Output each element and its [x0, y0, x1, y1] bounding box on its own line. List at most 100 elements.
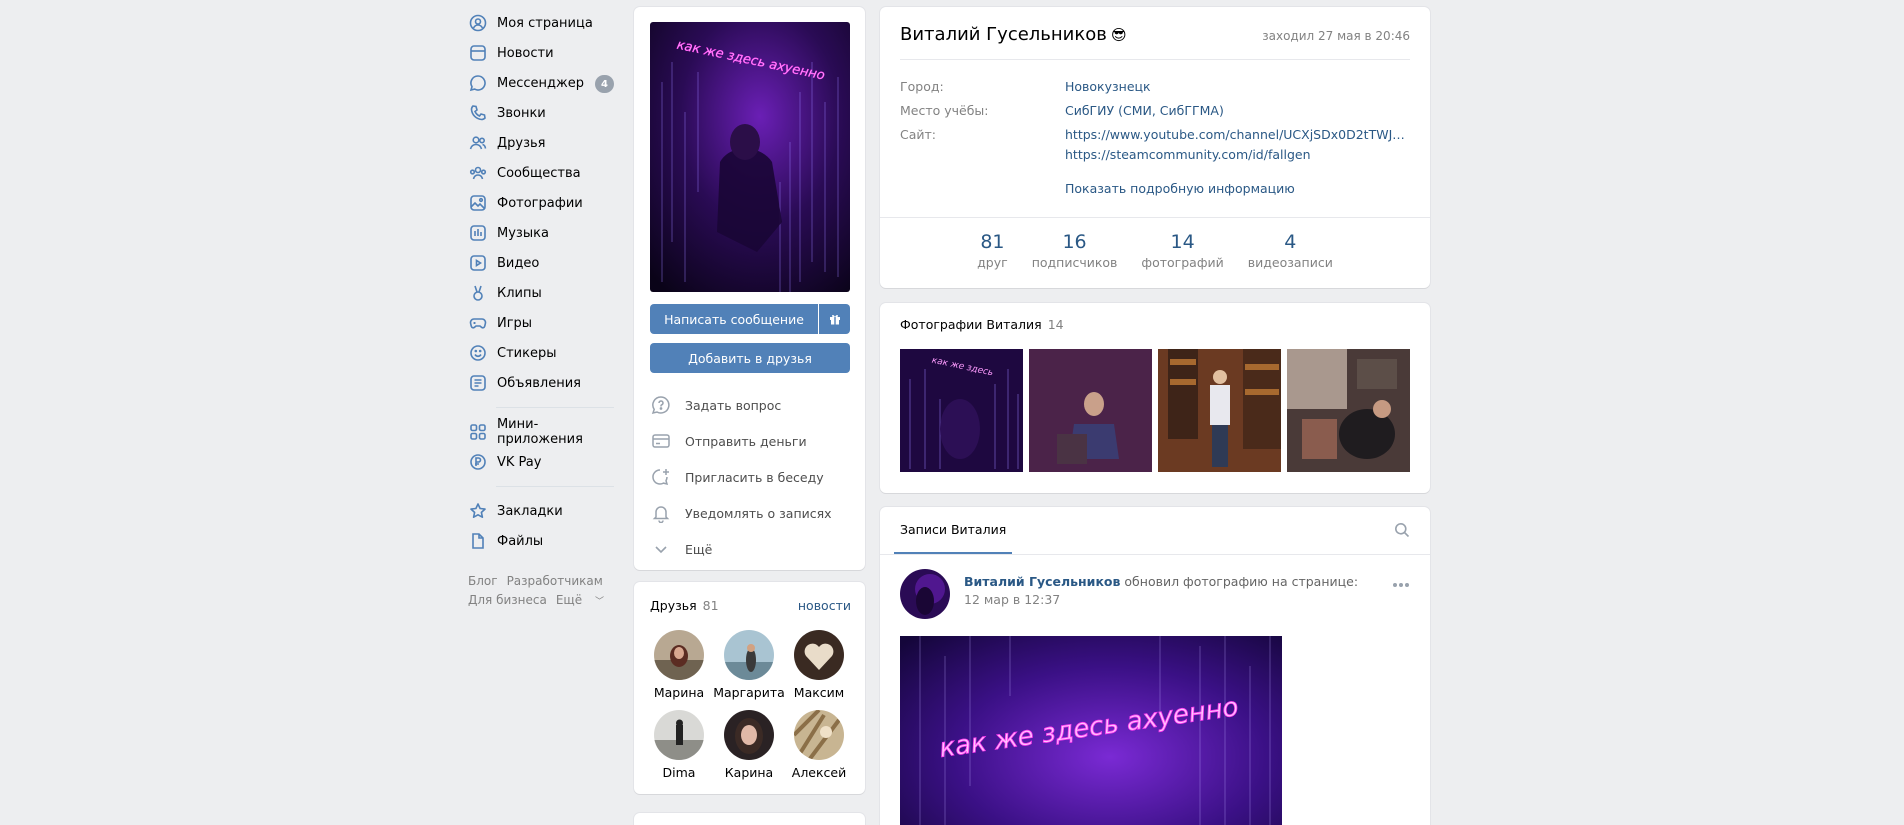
action-label: Уведомлять о записях: [685, 505, 832, 521]
friend-item[interactable]: Максим: [784, 630, 854, 700]
gift-icon: [829, 313, 841, 325]
friends-news-link[interactable]: новости: [798, 598, 851, 613]
write-message-button[interactable]: Написать сообщение: [650, 304, 818, 334]
search-icon[interactable]: [1394, 522, 1410, 538]
action-more[interactable]: Ещё: [650, 531, 850, 567]
info-value-education[interactable]: СибГИУ (СМИ, СибГГМА): [1065, 101, 1224, 121]
post-date[interactable]: 12 мар в 12:37: [964, 591, 1358, 609]
action-ask-question[interactable]: Задать вопрос: [650, 387, 850, 423]
post-image[interactable]: как же здесь ахуенно: [900, 636, 1282, 825]
friend-name: Марина: [653, 685, 705, 700]
nav-item-bookmarks[interactable]: Закладки: [468, 496, 624, 526]
photo-thumbnail[interactable]: [1029, 349, 1152, 472]
nav-item-stickers[interactable]: Стикеры: [468, 338, 624, 368]
counter-followers[interactable]: 16 подписчиков: [1032, 231, 1118, 270]
friend-item[interactable]: Алексей: [784, 710, 854, 780]
friends-title[interactable]: Друзья: [650, 598, 697, 613]
divider: [880, 554, 1430, 555]
post-action-text: обновил фотографию на странице:: [1120, 574, 1359, 589]
info-row-city: Город: Новокузнецк: [900, 77, 1410, 97]
nav-item-video[interactable]: Видео: [468, 248, 624, 278]
nav-label: Стикеры: [497, 345, 557, 361]
nav-label: Файлы: [497, 533, 544, 549]
action-invite-chat[interactable]: Пригласить в беседу: [650, 459, 850, 495]
news-icon: [468, 43, 488, 63]
friend-item[interactable]: Карина: [714, 710, 784, 780]
photo-thumbnail[interactable]: [1158, 349, 1281, 472]
chevron-down-icon: ﹀: [594, 597, 604, 607]
profile-counters: 81 друг 16 подписчиков 14 фотографий 4 в…: [880, 231, 1430, 270]
photos-card: Фотографии Виталия 14 как же здесь: [880, 303, 1430, 493]
post-author-avatar[interactable]: [900, 569, 950, 619]
counter-label: друг: [977, 255, 1008, 270]
nav-item-files[interactable]: Файлы: [468, 526, 624, 556]
footer-link-blog[interactable]: Блог: [468, 574, 498, 588]
action-label: Отправить деньги: [685, 433, 807, 449]
wall-tab-posts[interactable]: Записи Виталия: [894, 507, 1013, 554]
nav-item-my-page[interactable]: Моя страница: [468, 8, 624, 38]
nav-item-calls[interactable]: Звонки: [468, 98, 624, 128]
friend-name: Dima: [662, 765, 696, 780]
footer-link-more[interactable]: Ещё ﹀: [556, 593, 613, 607]
post-author-name[interactable]: Виталий Гусельников: [964, 574, 1120, 589]
friend-item[interactable]: Dima: [644, 710, 714, 780]
post-header: Виталий Гусельников обновил фотографию н…: [964, 573, 1358, 609]
nav-item-photos[interactable]: Фотографии: [468, 188, 624, 218]
nav-item-games[interactable]: Игры: [468, 308, 624, 338]
nav-item-news[interactable]: Новости: [468, 38, 624, 68]
more-options-icon[interactable]: [1392, 582, 1410, 588]
photo-thumbnail[interactable]: как же здесь: [900, 349, 1023, 472]
nav-label: Закладки: [497, 503, 563, 519]
photos-count: 14: [1047, 317, 1064, 332]
info-value-site-youtube[interactable]: https://www.youtube.com/channel/UCXjSDx0…: [1065, 125, 1410, 145]
info-value-city[interactable]: Новокузнецк: [1065, 77, 1151, 97]
footer-link-developers[interactable]: Разработчикам: [507, 574, 603, 588]
message-icon: [468, 73, 488, 93]
profile-avatar[interactable]: как же здесь ахуенно: [650, 22, 850, 292]
nav-label: Сообщества: [497, 165, 581, 181]
nav-item-communities[interactable]: Сообщества: [468, 158, 624, 188]
photos-header[interactable]: Фотографии Виталия 14: [900, 317, 1064, 332]
photos-icon: [468, 193, 488, 213]
friend-item[interactable]: Маргарита: [713, 630, 785, 700]
friends-card: Друзья 81 новости Марина Маргарита Максим…: [634, 582, 865, 794]
gift-button[interactable]: [819, 304, 850, 334]
counter-photos[interactable]: 14 фотографий: [1141, 231, 1223, 270]
question-icon: [650, 394, 672, 416]
nav-label: Объявления: [497, 375, 581, 391]
friends-header: Друзья 81 новости: [650, 598, 851, 613]
nav-label: Клипы: [497, 285, 542, 301]
counter-friends[interactable]: 81 друг: [977, 231, 1008, 270]
photo-thumbnail[interactable]: [1287, 349, 1410, 472]
friends-icon: [468, 133, 488, 153]
profile-header: Виталий Гусельников 😎 заходил 27 мая в 2…: [900, 24, 1410, 45]
nav-item-vk-pay[interactable]: VK Pay: [468, 447, 624, 477]
avatar-card: как же здесь ахуенно Написать сообщение …: [634, 7, 865, 570]
info-value-site-steam[interactable]: https://steamcommunity.com/id/fallgen: [1065, 145, 1311, 165]
nav-label: Музыка: [497, 225, 549, 241]
nav-item-music[interactable]: Музыка: [468, 218, 624, 248]
invite-chat-icon: [650, 466, 672, 488]
friend-item[interactable]: Марина: [644, 630, 714, 700]
counter-videos[interactable]: 4 видеозаписи: [1248, 231, 1333, 270]
action-send-money[interactable]: Отправить деньги: [650, 423, 850, 459]
counter-label: фотографий: [1141, 255, 1224, 270]
action-notify-posts[interactable]: Уведомлять о записях: [650, 495, 850, 531]
nav-item-friends[interactable]: Друзья: [468, 128, 624, 158]
friend-name: Карина: [724, 765, 774, 780]
chevron-down-icon: [650, 538, 672, 560]
nav-label: Игры: [497, 315, 533, 331]
gamepad-icon: [468, 313, 488, 333]
add-friend-button[interactable]: Добавить в друзья: [650, 343, 850, 373]
nav-item-mini-apps[interactable]: Мини-приложения: [468, 417, 624, 447]
nav-item-clips[interactable]: Клипы: [468, 278, 624, 308]
counter-number: 14: [1170, 231, 1195, 253]
footer-link-business[interactable]: Для бизнеса: [468, 593, 547, 607]
friend-avatar: [724, 630, 774, 680]
friend-avatar: [654, 630, 704, 680]
ads-icon: [468, 373, 488, 393]
show-details-link[interactable]: Показать подробную информацию: [1065, 181, 1295, 196]
nav-item-messenger[interactable]: Мессенджер 4: [468, 68, 624, 98]
apps-icon: [468, 422, 488, 442]
nav-item-ads[interactable]: Объявления: [468, 368, 624, 398]
